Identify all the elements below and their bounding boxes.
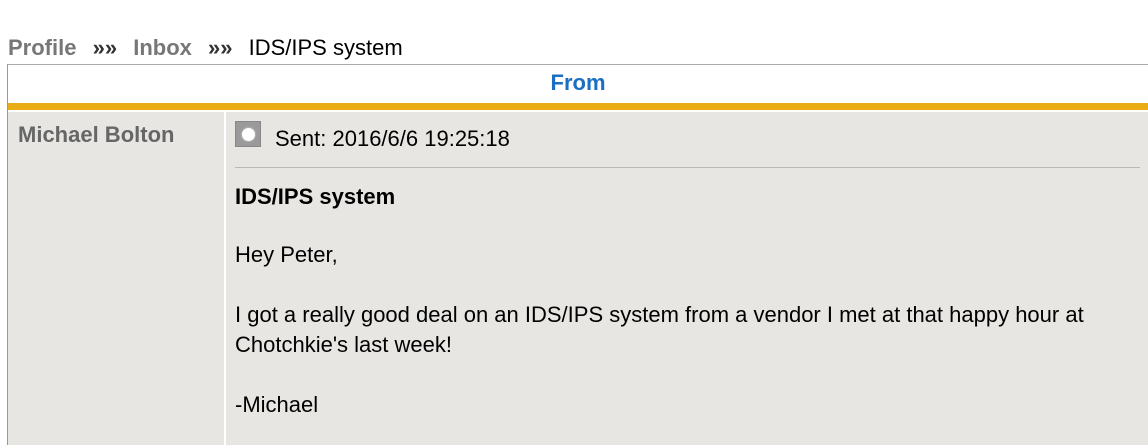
breadcrumb-separator: »» <box>92 35 118 60</box>
message-table: From Michael Bolton Sent: 2016/6/6 19:25… <box>7 64 1148 447</box>
message-subject: IDS/IPS system <box>235 184 396 209</box>
message-cell: Sent: 2016/6/6 19:25:18 IDS/IPS system H… <box>226 112 1148 447</box>
message-signature: -Michael <box>235 392 319 417</box>
message-body: Hey Peter, I got a really good deal on a… <box>235 240 1140 420</box>
message-row: Michael Bolton Sent: 2016/6/6 19:25:18 I… <box>8 110 1148 447</box>
from-column-header: From <box>550 70 606 95</box>
status-dot-icon <box>241 127 255 141</box>
table-header: From <box>8 65 1148 110</box>
message-paragraph: I got a really good deal on an IDS/IPS s… <box>235 302 1084 357</box>
sender-name[interactable]: Michael Bolton <box>18 122 214 148</box>
breadcrumb-separator: »» <box>208 35 233 60</box>
breadcrumb-inbox-link[interactable]: Inbox <box>133 35 192 60</box>
breadcrumb: Profile »» Inbox »» IDS/IPS system <box>8 34 403 62</box>
sent-line: Sent: 2016/6/6 19:25:18 <box>235 120 1140 168</box>
sent-timestamp: Sent: 2016/6/6 19:25:18 <box>275 126 510 151</box>
message-status-icon <box>235 121 261 147</box>
from-cell: Michael Bolton <box>8 112 226 447</box>
breadcrumb-profile-link[interactable]: Profile <box>8 35 76 60</box>
message-greeting: Hey Peter, <box>235 242 338 267</box>
breadcrumb-current: IDS/IPS system <box>248 35 403 60</box>
